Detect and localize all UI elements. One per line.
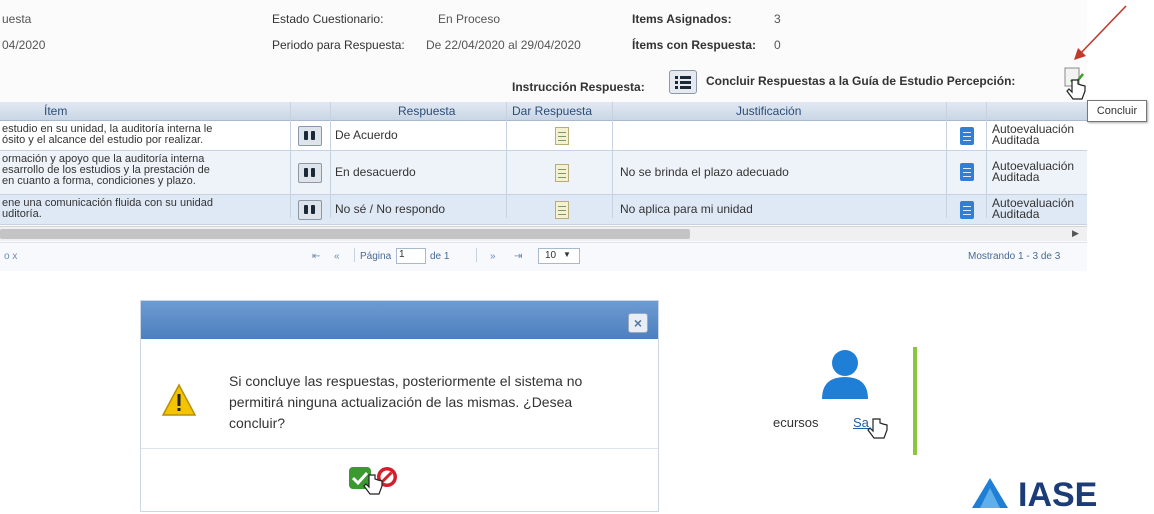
header-left-date: 04/2020	[2, 38, 46, 52]
hand-cursor-icon	[363, 474, 383, 495]
document-icon[interactable]	[960, 163, 974, 181]
column-divider	[612, 102, 613, 218]
col-dar-respuesta[interactable]: Dar Respuesta	[512, 104, 592, 118]
page-size-select[interactable]: 10 ▼	[538, 248, 580, 264]
dar-respuesta-icon[interactable]	[555, 127, 569, 145]
col-respuesta[interactable]: Respuesta	[398, 104, 455, 118]
annotation-arrow-icon	[1074, 5, 1127, 60]
prev-page-button[interactable]: «	[334, 251, 340, 262]
column-divider	[506, 102, 507, 218]
pager-divider	[354, 248, 355, 262]
binoculars-icon[interactable]	[298, 163, 322, 183]
estado-value: En Proceso	[438, 12, 501, 26]
justificacion-value: No aplica para mi unidad	[620, 202, 753, 216]
document-icon[interactable]	[960, 127, 974, 145]
scroll-right-icon[interactable]: ▶	[1072, 228, 1079, 239]
justificacion-value: No se brinda el plazo adecuado	[620, 165, 789, 179]
logo-mark-icon	[972, 478, 1008, 508]
periodo-value: De 22/04/2020 al 29/04/2020	[426, 38, 581, 52]
table-row[interactable]: estudio en su unidad, la auditoría inter…	[0, 121, 1087, 151]
first-page-button[interactable]: ⇤	[312, 251, 320, 262]
last-page-button[interactable]: ⇥	[514, 251, 522, 262]
item-text: ene una comunicación fluida con su unida…	[2, 197, 213, 220]
records-summary: Mostrando 1 - 3 de 3	[968, 251, 1061, 262]
binoculars-icon[interactable]	[298, 126, 322, 146]
tipo-text: Autoevaluación Auditada	[992, 159, 1075, 184]
table-row[interactable]: ormación y apoyo que la auditoría intern…	[0, 151, 1087, 195]
list-icon	[675, 76, 691, 89]
col-item[interactable]: Ítem	[44, 104, 67, 118]
pager-tools[interactable]: o x	[4, 251, 17, 262]
table-row[interactable]: ene una comunicación fluida con su unida…	[0, 195, 1087, 225]
respuesta-value: En desacuerdo	[335, 165, 416, 179]
dialog-message: Si concluye las respuestas, posteriormen…	[229, 373, 583, 431]
accent-bar	[913, 347, 917, 455]
binoculars-icon[interactable]	[298, 200, 322, 220]
item-text: estudio en su unidad, la auditoría inter…	[2, 123, 213, 146]
column-divider	[986, 102, 987, 218]
column-divider	[330, 102, 331, 218]
items-respuesta-label: Ítems con Respuesta:	[632, 38, 757, 52]
page-label: Página	[360, 251, 392, 262]
scrollbar-thumb[interactable]	[0, 229, 690, 239]
items-asignados-label: Items Asignados:	[632, 12, 732, 26]
next-page-button[interactable]: »	[490, 251, 496, 262]
page-size-value: 10	[545, 250, 557, 261]
items-asignados-value: 3	[774, 12, 781, 26]
periodo-label: Periodo para Respuesta:	[272, 38, 405, 52]
column-divider	[290, 102, 291, 218]
user-avatar-icon	[822, 350, 868, 399]
respuesta-value: No sé / No respondo	[335, 202, 446, 216]
estado-label: Estado Cuestionario:	[272, 12, 384, 26]
dialog-close-button[interactable]: ×	[628, 313, 648, 333]
pager-bar: o x ⇤ « Página 1 de 1 » ⇥ 10 ▼ Mostrando…	[0, 242, 1087, 271]
respuesta-value: De Acuerdo	[335, 128, 398, 142]
pager-divider	[476, 248, 477, 262]
horizontal-scrollbar[interactable]: ▶	[0, 226, 1087, 241]
hand-cursor-icon	[867, 418, 888, 439]
document-icon[interactable]	[960, 201, 974, 219]
concluir-label: Concluir Respuestas a la Guía de Estudio…	[706, 74, 1016, 88]
concluir-tooltip: Concluir	[1087, 100, 1147, 122]
dialog-divider	[141, 448, 658, 449]
item-text: ormación y apoyo que la auditoría intern…	[2, 153, 210, 187]
hand-cursor-icon	[1066, 79, 1086, 100]
column-divider	[946, 102, 947, 218]
chevron-down-icon: ▼	[563, 250, 571, 259]
instruccion-label: Instrucción Respuesta:	[512, 80, 645, 94]
grid-header: Ítem Respuesta Dar Respuesta Justificaci…	[0, 102, 1087, 121]
page-of-label: de 1	[430, 251, 450, 262]
items-respuesta-value: 0	[774, 38, 781, 52]
header-left-title: uesta	[2, 12, 32, 26]
col-justificacion[interactable]: Justificación	[736, 104, 801, 118]
user-menu-card: ecursos Sa	[771, 347, 917, 455]
logo-text: IASE	[1018, 476, 1098, 514]
tipo-text: Autoevaluación Auditada	[992, 196, 1075, 221]
dar-respuesta-icon[interactable]	[555, 201, 569, 219]
tipo-text: Autoevaluación Auditada	[992, 122, 1075, 147]
confirm-dialog: × Si concluye las respuestas, posteriorm…	[140, 300, 659, 512]
dar-respuesta-icon[interactable]	[555, 164, 569, 182]
instruccion-list-button[interactable]	[669, 70, 697, 94]
recursos-link[interactable]: ecursos	[773, 415, 819, 430]
warning-icon	[161, 383, 197, 416]
page-input[interactable]: 1	[396, 248, 426, 264]
questionnaire-panel: uesta 04/2020 Estado Cuestionario: En Pr…	[0, 0, 1087, 271]
dialog-titlebar	[141, 301, 658, 339]
